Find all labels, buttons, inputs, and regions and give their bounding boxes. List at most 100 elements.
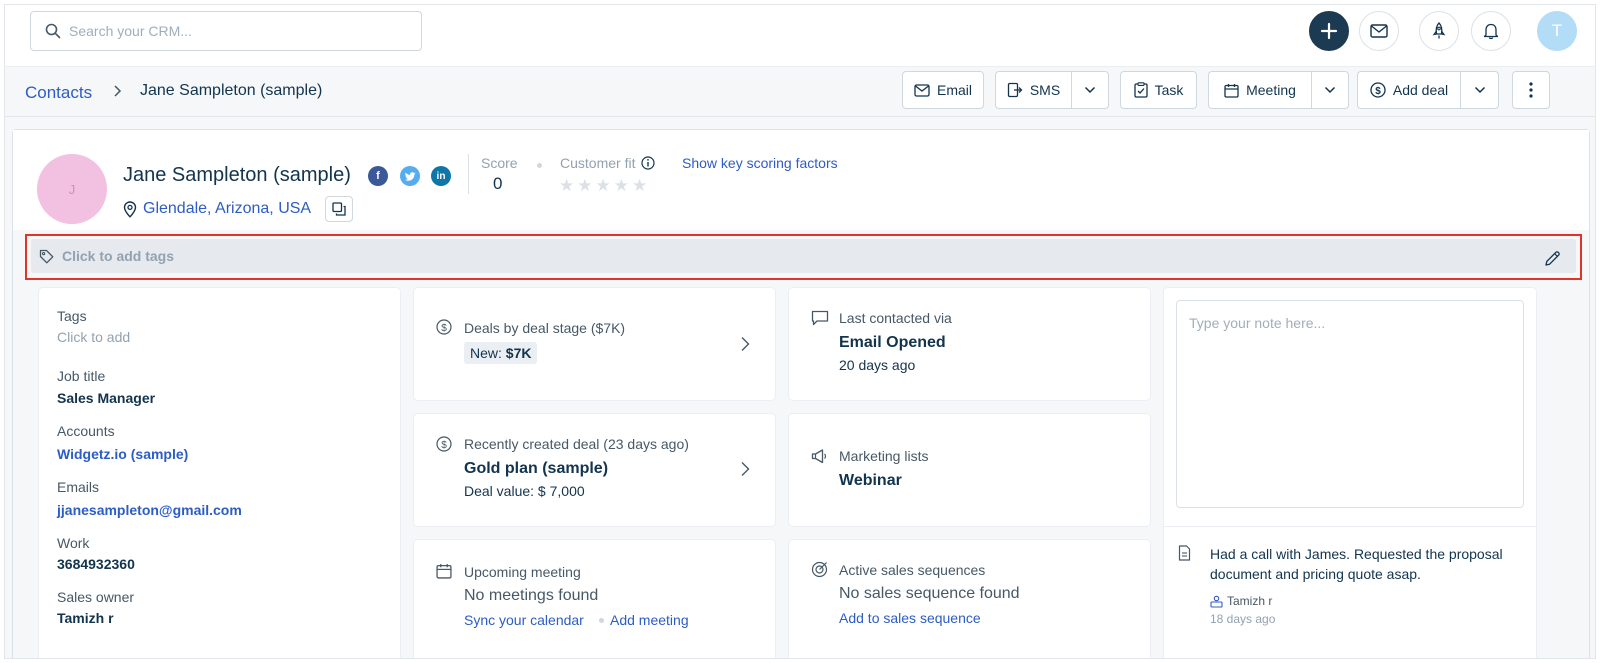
notifications-button[interactable] [1471, 11, 1511, 51]
separator-dot [599, 618, 604, 623]
note-textarea[interactable] [1177, 301, 1523, 507]
recent-deal-name[interactable]: Gold plan (sample) [464, 460, 608, 478]
job-title-value[interactable]: Sales Manager [57, 390, 155, 406]
recent-deal-label: Recently created deal (23 days ago) [464, 436, 689, 452]
task-action-label: Task [1154, 82, 1184, 98]
show-scoring-factors-link[interactable]: Show key scoring factors [682, 155, 838, 171]
add-deal-button[interactable]: $ Add deal [1357, 71, 1460, 109]
svg-text:$: $ [1375, 86, 1381, 97]
user-avatar-initial: T [1551, 21, 1563, 40]
app-frame: T Contacts Jane Sampleton (sample) Email… [4, 4, 1596, 659]
email-value-link[interactable]: jjanesampleton@gmail.com [57, 502, 242, 518]
rocket-icon [1432, 22, 1446, 39]
customer-fit-stars: ★ ★ ★ ★ ★ [559, 176, 647, 196]
sms-action-button[interactable]: SMS [995, 71, 1071, 109]
marketing-list-value[interactable]: Webinar [839, 472, 902, 490]
sms-dropdown-button[interactable] [1071, 71, 1109, 109]
bell-icon [1483, 23, 1499, 40]
location-pin-icon [123, 200, 137, 218]
facebook-icon[interactable]: f [368, 166, 388, 186]
contact-location-text: Glendale, Arizona, USA [143, 200, 312, 217]
user-desk-icon [1210, 595, 1223, 608]
upcoming-meeting-widget: Upcoming meeting No meetings found Sync … [414, 540, 775, 658]
sms-action-label: SMS [1029, 82, 1061, 98]
star-icon: ★ [577, 176, 593, 195]
add-deal-dropdown-button[interactable] [1460, 71, 1499, 109]
chevron-down-icon [1324, 86, 1336, 94]
breadcrumb-bar: Contacts Jane Sampleton (sample) Email S… [5, 67, 1595, 117]
add-to-sequence-link[interactable]: Add to sales sequence [839, 610, 981, 626]
sales-owner-value[interactable]: Tamizh r [57, 610, 114, 626]
mail-icon [1370, 24, 1388, 38]
score-label: Score [481, 155, 518, 171]
dollar-circle-icon: $ [436, 319, 452, 335]
contact-name: Jane Sampleton (sample) [123, 164, 351, 186]
note-text[interactable]: Had a call with James. Requested the pro… [1210, 544, 1503, 584]
emails-label: Emails [57, 479, 100, 495]
star-icon: ★ [613, 176, 629, 195]
chevron-down-icon [1084, 86, 1096, 94]
last-contacted-value: Email Opened [839, 334, 946, 351]
note-text-line: document and pricing quote asap. [1210, 566, 1421, 582]
tags-field-value[interactable]: Click to add [57, 329, 130, 345]
getting-started-button[interactable] [1419, 11, 1459, 51]
note-time: 18 days ago [1210, 612, 1276, 626]
calendar-icon [436, 564, 452, 579]
last-contacted-when: 20 days ago [839, 357, 916, 373]
work-phone-value[interactable]: 3684932360 [57, 556, 135, 572]
dollar-circle-icon: $ [1370, 82, 1386, 98]
tags-bar-placeholder: Click to add tags [62, 248, 175, 264]
svg-text:$: $ [441, 440, 447, 451]
tags-bar[interactable]: Click to add tags [31, 239, 1576, 273]
email-action-button[interactable]: Email [902, 71, 984, 109]
accounts-value-link[interactable]: Widgetz.io (sample) [57, 446, 188, 462]
customer-fit: Customer fit [560, 155, 656, 171]
linkedin-icon[interactable]: in [431, 166, 451, 186]
twitter-icon[interactable] [400, 166, 420, 186]
notes-divider [1164, 526, 1536, 527]
meeting-action-label: Meeting [1246, 82, 1296, 98]
plus-icon [1320, 22, 1338, 40]
user-avatar[interactable]: T [1537, 11, 1577, 51]
chat-bubble-icon [811, 310, 829, 326]
svg-text:$: $ [441, 323, 447, 334]
breadcrumb-contacts-link[interactable]: Contacts [25, 83, 92, 103]
contact-avatar-initial: J [68, 181, 76, 197]
score-value: 0 [493, 174, 503, 193]
sales-sequences-widget: Active sales sequences No sales sequence… [789, 540, 1150, 658]
more-actions-button[interactable] [1512, 71, 1550, 109]
note-document-icon [1178, 545, 1191, 561]
search-input[interactable] [69, 23, 409, 39]
header-divider [468, 154, 469, 194]
note-input-box[interactable] [1176, 300, 1524, 508]
recent-deal-widget[interactable]: $ Recently created deal (23 days ago) Go… [414, 414, 775, 526]
tag-icon [39, 249, 54, 263]
breadcrumb-chevron-icon [112, 84, 122, 101]
job-title-label: Job title [57, 368, 106, 384]
task-action-button[interactable]: Task [1120, 71, 1197, 109]
copy-location-button[interactable] [325, 196, 353, 222]
separator-dot [537, 163, 542, 168]
last-contacted-widget: Last contacted via Email Opened 20 days … [789, 288, 1150, 400]
no-meetings-text: No meetings found [464, 587, 599, 604]
tags-field-label: Tags [57, 308, 87, 324]
meeting-action-button[interactable]: Meeting [1208, 71, 1311, 109]
pencil-icon [1545, 251, 1560, 266]
contact-location[interactable]: Glendale, Arizona, USA [123, 200, 311, 218]
sales-owner-label: Sales owner [57, 589, 135, 605]
mail-icon [914, 83, 930, 97]
note-text-line: Had a call with James. Requested the pro… [1210, 546, 1503, 562]
global-search[interactable] [30, 11, 422, 51]
note-author: Tamizh r [1210, 594, 1272, 608]
edit-tags-button[interactable] [1544, 250, 1561, 270]
meeting-dropdown-button[interactable] [1311, 71, 1349, 109]
add-meeting-link[interactable]: Add meeting [610, 612, 689, 628]
task-icon [1133, 82, 1148, 98]
info-icon[interactable] [641, 156, 656, 170]
chevron-right-icon [741, 462, 750, 476]
inbox-button[interactable] [1359, 11, 1399, 51]
quick-add-button[interactable] [1309, 11, 1349, 51]
deals-by-stage-widget[interactable]: $ Deals by deal stage ($7K) New: $7K [414, 288, 775, 400]
sync-calendar-link[interactable]: Sync your calendar [464, 612, 584, 628]
copy-icon [332, 202, 346, 216]
